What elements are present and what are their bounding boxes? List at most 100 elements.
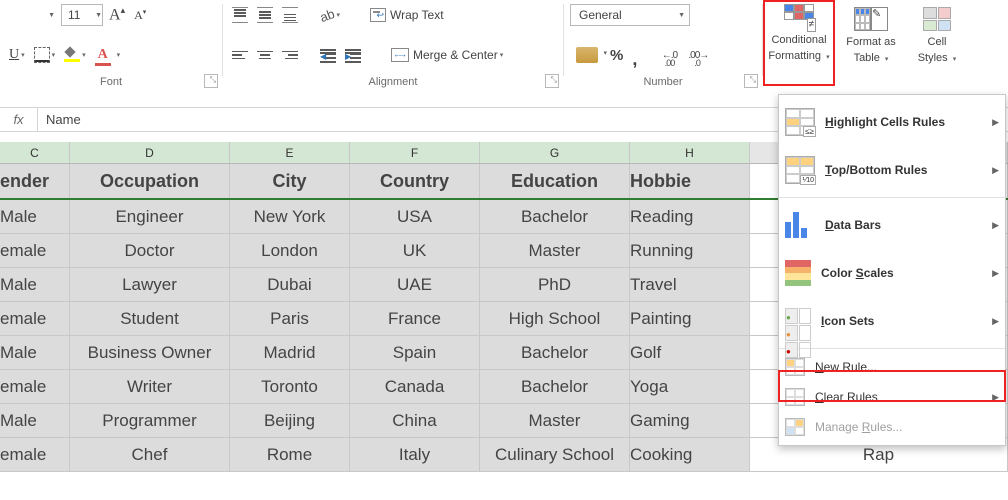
menu-new-rule[interactable]: New Rule...: [779, 352, 1005, 382]
col-header-d[interactable]: D: [70, 142, 230, 163]
menu-data-bars[interactable]: Data Bars ▶: [779, 201, 1005, 249]
cell[interactable]: Male: [0, 268, 70, 301]
decrease-indent-button[interactable]: ◀: [317, 44, 339, 66]
cell[interactable]: Programmer: [70, 404, 230, 437]
menu-highlight-cells-rules[interactable]: Highlight Cells Rules ▶: [779, 98, 1005, 146]
cell[interactable]: Travel: [630, 268, 750, 301]
number-dialog-launcher[interactable]: ⤡: [744, 74, 758, 88]
cell[interactable]: PhD: [480, 268, 630, 301]
cell[interactable]: Bachelor: [480, 336, 630, 369]
cell[interactable]: Male: [0, 404, 70, 437]
align-center-button[interactable]: [254, 44, 276, 66]
increase-decimal-button[interactable]: [656, 44, 682, 66]
merge-center-button[interactable]: Merge & Center▾: [388, 44, 506, 66]
cell[interactable]: Golf: [630, 336, 750, 369]
menu-color-scales[interactable]: Color Scales ▶: [779, 249, 1005, 297]
cell[interactable]: France: [350, 302, 480, 335]
increase-indent-button[interactable]: ▶: [342, 44, 364, 66]
col-header-c[interactable]: C: [0, 142, 70, 163]
decrease-decimal-button[interactable]: [685, 44, 711, 66]
cell[interactable]: Canada: [350, 370, 480, 403]
cell[interactable]: UK: [350, 234, 480, 267]
border-button[interactable]: ▾: [31, 44, 59, 66]
font-color-button[interactable]: A▾: [92, 44, 124, 66]
menu-top-bottom-rules[interactable]: Top/Bottom Rules ▶: [779, 146, 1005, 194]
cell[interactable]: Spain: [350, 336, 480, 369]
cell[interactable]: Student: [70, 302, 230, 335]
header-cell[interactable]: Occupation: [70, 164, 230, 198]
align-right-button[interactable]: [279, 44, 301, 66]
col-header-e[interactable]: E: [230, 142, 350, 163]
cell[interactable]: Toronto: [230, 370, 350, 403]
cell[interactable]: London: [230, 234, 350, 267]
header-cell[interactable]: Hobbie: [630, 164, 750, 198]
header-cell[interactable]: City: [230, 164, 350, 198]
cell[interactable]: Beijing: [230, 404, 350, 437]
menu-manage-rules[interactable]: Manage Rules...: [779, 412, 1005, 442]
font-dialog-launcher[interactable]: ⤡: [204, 74, 218, 88]
cell[interactable]: China: [350, 404, 480, 437]
cell[interactable]: Dubai: [230, 268, 350, 301]
cell[interactable]: UAE: [350, 268, 480, 301]
cell[interactable]: Bachelor: [480, 370, 630, 403]
cell[interactable]: Male: [0, 200, 70, 233]
header-cell[interactable]: ender: [0, 164, 70, 198]
cell[interactable]: Rome: [230, 438, 350, 471]
cell[interactable]: Cooking: [630, 438, 750, 471]
cell[interactable]: Doctor: [70, 234, 230, 267]
cell[interactable]: Painting: [630, 302, 750, 335]
fill-color-button[interactable]: ▾: [61, 44, 89, 66]
cell[interactable]: Yoga: [630, 370, 750, 403]
cell[interactable]: emale: [0, 234, 70, 267]
cell-styles-button[interactable]: Cell Styles ▾: [907, 0, 967, 86]
col-header-f[interactable]: F: [350, 142, 480, 163]
menu-icon-sets[interactable]: Icon Sets ▶: [779, 297, 1005, 345]
conditional-formatting-button[interactable]: ≠ Conditional Formatting ▾: [763, 0, 835, 86]
cell[interactable]: Business Owner: [70, 336, 230, 369]
underline-button[interactable]: U▾: [6, 44, 28, 66]
cell[interactable]: Madrid: [230, 336, 350, 369]
header-cell[interactable]: Country: [350, 164, 480, 198]
col-header-g[interactable]: G: [480, 142, 630, 163]
cell[interactable]: Running: [630, 234, 750, 267]
cell[interactable]: Bachelor: [480, 200, 630, 233]
cell[interactable]: Master: [480, 234, 630, 267]
wrap-text-button[interactable]: Wrap Text: [367, 4, 447, 26]
increase-font-button[interactable]: A▴: [106, 4, 128, 26]
cell[interactable]: Chef: [70, 438, 230, 471]
cell[interactable]: Gaming: [630, 404, 750, 437]
cell[interactable]: Engineer: [70, 200, 230, 233]
header-cell[interactable]: Education: [480, 164, 630, 198]
cell[interactable]: Paris: [230, 302, 350, 335]
cell[interactable]: Writer: [70, 370, 230, 403]
menu-clear-rules[interactable]: Clear Rules ▶: [779, 382, 1005, 412]
font-size-input[interactable]: 11▼: [61, 4, 103, 26]
cell[interactable]: Lawyer: [70, 268, 230, 301]
cell[interactable]: Master: [480, 404, 630, 437]
cell[interactable]: High School: [480, 302, 630, 335]
cell[interactable]: USA: [350, 200, 480, 233]
col-header-h[interactable]: H: [630, 142, 750, 163]
fx-label[interactable]: fx: [0, 108, 38, 131]
decrease-font-button[interactable]: A▾: [131, 4, 149, 26]
cell[interactable]: New York: [230, 200, 350, 233]
comma-style-button[interactable]: ,: [629, 44, 640, 66]
cell[interactable]: emale: [0, 438, 70, 471]
align-bottom-button[interactable]: [279, 4, 301, 26]
number-format-dropdown[interactable]: General▼: [570, 4, 690, 26]
percent-button[interactable]: %: [607, 44, 626, 66]
format-as-table-button[interactable]: ✎ Format as Table ▾: [835, 0, 907, 86]
align-top-button[interactable]: [229, 4, 251, 26]
align-middle-button[interactable]: [254, 4, 276, 26]
cell[interactable]: Male: [0, 336, 70, 369]
cell[interactable]: Italy: [350, 438, 480, 471]
orientation-button[interactable]: ab▾: [317, 4, 343, 26]
cell[interactable]: Reading: [630, 200, 750, 233]
accounting-format-button[interactable]: [570, 44, 604, 66]
cell[interactable]: emale: [0, 370, 70, 403]
font-name-dropdown[interactable]: ▼: [6, 4, 58, 26]
cell[interactable]: emale: [0, 302, 70, 335]
alignment-dialog-launcher[interactable]: ⤡: [545, 74, 559, 88]
align-left-button[interactable]: [229, 44, 251, 66]
cell[interactable]: Culinary School: [480, 438, 630, 471]
